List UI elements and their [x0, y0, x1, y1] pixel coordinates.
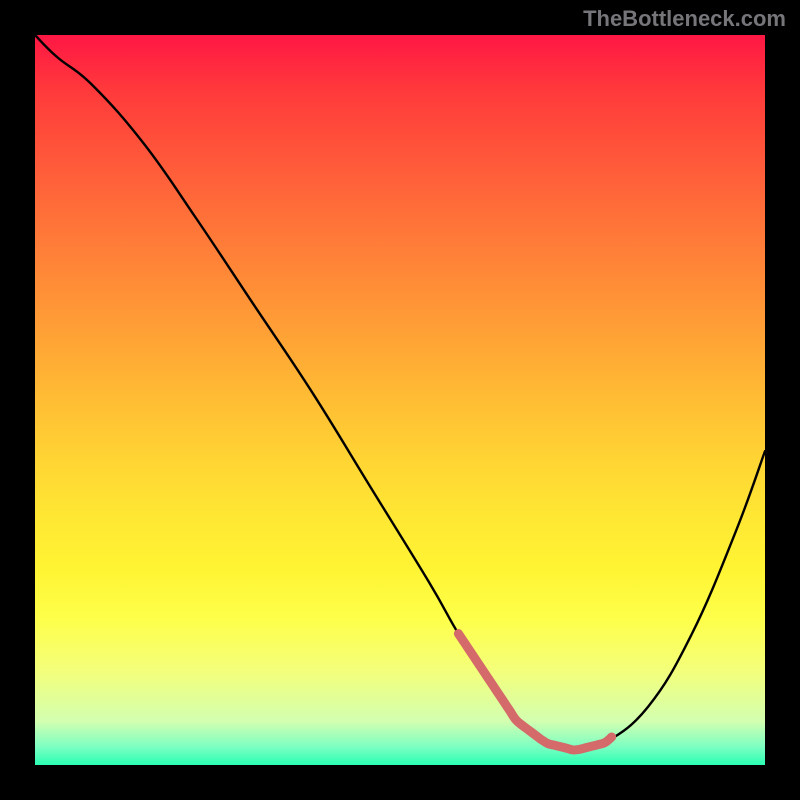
bottleneck-curve	[35, 35, 765, 750]
watermark-text: TheBottleneck.com	[583, 6, 786, 32]
plot-area	[35, 35, 765, 765]
optimal-range-highlight	[458, 634, 611, 750]
chart-container: TheBottleneck.com	[0, 0, 800, 800]
curve-svg	[35, 35, 765, 765]
